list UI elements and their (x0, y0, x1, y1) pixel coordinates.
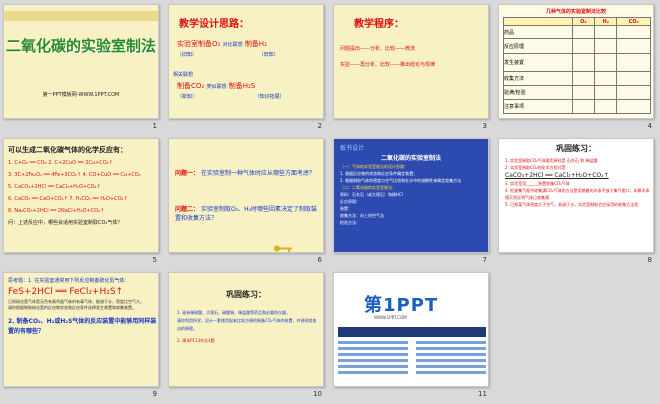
logo-subtitle: WWW.1PPT.COM (374, 315, 407, 320)
slide-number: 2 (317, 122, 322, 130)
slide-10-heading: 巩固练习： (226, 290, 266, 299)
slide-5-canvas[interactable]: 可以生成二氧化碳气体的化学反应有： 1. C+O₂ ══ CO₂ 2. C+2C… (3, 138, 159, 253)
slide-number: 7 (482, 256, 487, 264)
slide-number: 11 (478, 390, 487, 398)
slide-number: 8 (647, 256, 652, 264)
slide-sorter-grid: 二氧化碳的实验室制法 第一PPT模板网-WWW.1PPT.COM 1 教学设计思… (0, 0, 660, 404)
slide-5-heading: 可以生成二氧化碳气体的化学反应有： (8, 146, 127, 154)
slide-10-canvas[interactable]: 巩固练习： 1. 现有稀硫酸、大理石、碳酸钠、稀盐酸等药品和必要的仪器， 请你利… (168, 272, 324, 387)
slide-number: 10 (313, 390, 322, 398)
slide-1-canvas[interactable]: 二氧化碳的实验室制法 第一PPT模板网-WWW.1PPT.COM (3, 4, 159, 119)
slide-thumbnail-4[interactable]: 几种气体的实验室制法比较 O₂ H₂ CO₂ 药品 反应原理 发生装置 收集方法… (495, 0, 660, 134)
logo: 第1PPT (364, 295, 439, 316)
slide-4-title: 几种气体的实验室制法比较 (545, 9, 606, 15)
slide-9-body: 思考题：1. 在实验室通常用下列反应制备硫化氢气体： FeS+2HCl ══ F… (8, 278, 157, 335)
slide-number: 4 (647, 122, 652, 130)
slide-thumbnail-5[interactable]: 可以生成二氧化碳气体的化学反应有： 1. C+O₂ ══ CO₂ 2. C+2C… (0, 134, 165, 268)
slide-thumbnail-11[interactable]: 第1PPT WWW.1PPT.COM 11 (330, 268, 495, 402)
slide-thumbnail-10[interactable]: 巩固练习： 1. 现有稀硫酸、大理石、碳酸钠、稀盐酸等药品和必要的仪器， 请你利… (165, 268, 330, 402)
slide-2-line2: 制备CO₂ 类似联想 制备H₂S (177, 82, 256, 90)
slide-thumbnail-3[interactable]: 教学程序： 问题提出——分析、比较——微流 实验——再分析、比较——推出结论与规… (330, 0, 495, 134)
slide-number: 5 (152, 256, 157, 264)
slide-number: 6 (317, 256, 322, 264)
slide-3-heading: 教学程序： (354, 19, 404, 30)
slide-11-links-right (416, 341, 486, 374)
slide-thumbnail-1[interactable]: 二氧化碳的实验室制法 第一PPT模板网-WWW.1PPT.COM 1 (0, 0, 165, 134)
slide-thumbnail-8[interactable]: 巩固练习： 1. 实验室制取CO₂气体要用原料是 石灰石 和 稀盐酸 2. 实验… (495, 134, 660, 268)
slide-thumbnail-6[interactable]: 问题一： 在实验室制一种气体时应从哪些方面考虑？ 问题二： 实验室制取O₂、H₂… (165, 134, 330, 268)
slide-2-canvas[interactable]: 教学设计思路： 实验室制备O₂ 对比联想 制备H₂ （旧知） （旧知） 相关联想… (168, 4, 324, 119)
slide-1-band (4, 11, 158, 21)
slide-number: 3 (482, 122, 487, 130)
slide-1-footer: 第一PPT模板网-WWW.1PPT.COM (42, 92, 120, 98)
slide-thumbnail-2[interactable]: 教学设计思路： 实验室制备O₂ 对比联想 制备H₂ （旧知） （旧知） 相关联想… (165, 0, 330, 134)
slide-5-reactions: 1. C+O₂ ══ CO₂ 2. C+2CuO ══ 2Cu+CO₂↑ 3. … (8, 160, 141, 226)
slide-6-canvas[interactable]: 问题一： 在实验室制一种气体时应从哪些方面考虑？ 问题二： 实验室制取O₂、H₂… (168, 138, 324, 253)
slide-2-line1: 实验室制备O₂ 对比联想 制备H₂ (177, 40, 267, 48)
slide-8-canvas[interactable]: 巩固练习： 1. 实验室制取CO₂气体要用原料是 石灰石 和 稀盐酸 2. 实验… (498, 138, 654, 253)
slide-3-line2: 实验——再分析、比较——推出结论与规律 (340, 62, 436, 68)
slide-number: 1 (152, 122, 157, 130)
slide-7-canvas[interactable]: 板书设计 二氧化碳的实验室制法 （一）气体的实验室制法的设计思路： 1. 根据反… (333, 138, 489, 253)
slide-thumbnail-7[interactable]: 板书设计 二氧化碳的实验室制法 （一）气体的实验室制法的设计思路： 1. 根据反… (330, 134, 495, 268)
slide-10-body: 1. 现有稀硫酸、大理石、碳酸钠、稀盐酸等药品和必要的仪器， 请你利用所学，设计… (177, 310, 317, 343)
key-icon (273, 237, 293, 252)
slide-1-title: 二氧化碳的实验室制法 (5, 37, 156, 55)
slide-8-body: 1. 实验室制取CO₂气体要用原料是 石灰石 和 稀盐酸 2. 实验室制取CO₂… (505, 158, 650, 207)
slide-7-heading: 二氧化碳的实验室制法 (380, 155, 441, 162)
slide-11-links-left (338, 341, 408, 374)
slide-number: 9 (152, 390, 157, 398)
slide-2-heading: 教学设计思路： (179, 19, 249, 30)
slide-8-heading: 巩固练习： (556, 144, 596, 153)
slide-9-canvas[interactable]: 思考题：1. 在实验室通常用下列反应制备硫化氢气体： FeS+2HCl ══ F… (3, 272, 159, 387)
slide-thumbnail-9[interactable]: 思考题：1. 在实验室通常用下列反应制备硫化氢气体： FeS+2HCl ══ F… (0, 268, 165, 402)
slide-4-table: O₂ H₂ CO₂ 药品 反应原理 发生装置 收集方法 验满/检验 注意事项 (503, 17, 651, 114)
slide-4-canvas[interactable]: 几种气体的实验室制法比较 O₂ H₂ CO₂ 药品 反应原理 发生装置 收集方法… (498, 4, 654, 119)
slide-7-body: （一）气体的实验室制法的设计思路： 1. 根据反应物的状态和反应条件确定装置； … (340, 164, 462, 225)
slide-3-canvas[interactable]: 教学程序： 问题提出——分析、比较——微流 实验——再分析、比较——推出结论与规… (333, 4, 489, 119)
slide-11-banner (338, 327, 486, 337)
slide-3-line1: 问题提出——分析、比较——微流 (340, 46, 416, 52)
slide-7-tag: 板书设计 (340, 145, 365, 152)
slide-11-canvas[interactable]: 第1PPT WWW.1PPT.COM (333, 272, 489, 387)
